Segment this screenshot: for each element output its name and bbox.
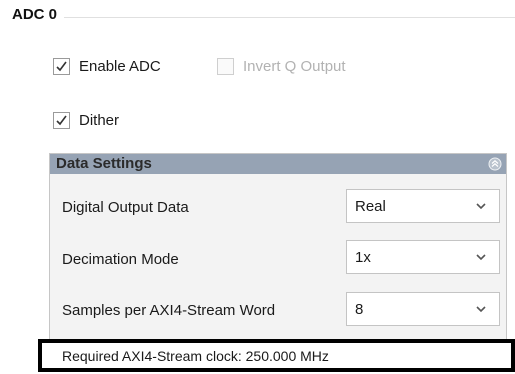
enable-adc-checkbox[interactable] <box>53 58 70 75</box>
digital-output-data-value: Real <box>355 197 386 215</box>
chevron-down-icon <box>476 306 486 313</box>
invert-q-label: Invert Q Output <box>243 58 346 75</box>
dither-checkbox[interactable] <box>53 112 70 129</box>
digital-output-data-select[interactable]: Real <box>346 189 500 223</box>
collapse-up-icon[interactable] <box>488 157 502 171</box>
samples-per-word-label: Samples per AXI4-Stream Word <box>62 302 276 319</box>
samples-per-word-value: 8 <box>355 300 364 318</box>
section-title: ADC 0 <box>12 6 58 23</box>
adc-config-page: ADC 0 Enable ADC Invert Q Output Dither … <box>0 0 515 374</box>
decimation-mode-select[interactable]: 1x <box>346 240 500 274</box>
data-settings-header[interactable]: Data Settings <box>50 154 506 174</box>
decimation-mode-value: 1x <box>355 248 371 266</box>
dither-checkbox-row[interactable]: Dither <box>53 112 119 129</box>
checkmark-icon <box>56 115 67 126</box>
invert-q-checkbox <box>217 58 234 75</box>
enable-adc-checkbox-row[interactable]: Enable ADC <box>53 58 161 75</box>
invert-q-checkbox-row: Invert Q Output <box>217 58 346 75</box>
samples-per-word-select[interactable]: 8 <box>346 292 500 326</box>
section-divider <box>64 17 515 18</box>
required-clock-box: Required AXI4-Stream clock: 250.000 MHz <box>38 339 515 372</box>
dither-label: Dither <box>79 112 120 129</box>
enable-adc-label: Enable ADC <box>79 58 161 75</box>
data-settings-title: Data Settings <box>56 155 152 172</box>
chevron-down-icon <box>476 254 486 261</box>
chevron-down-icon <box>476 203 486 210</box>
digital-output-data-label: Digital Output Data <box>62 199 189 216</box>
checkmark-icon <box>56 61 67 72</box>
decimation-mode-label: Decimation Mode <box>62 251 179 268</box>
required-clock-text: Required AXI4-Stream clock: 250.000 MHz <box>62 347 329 364</box>
